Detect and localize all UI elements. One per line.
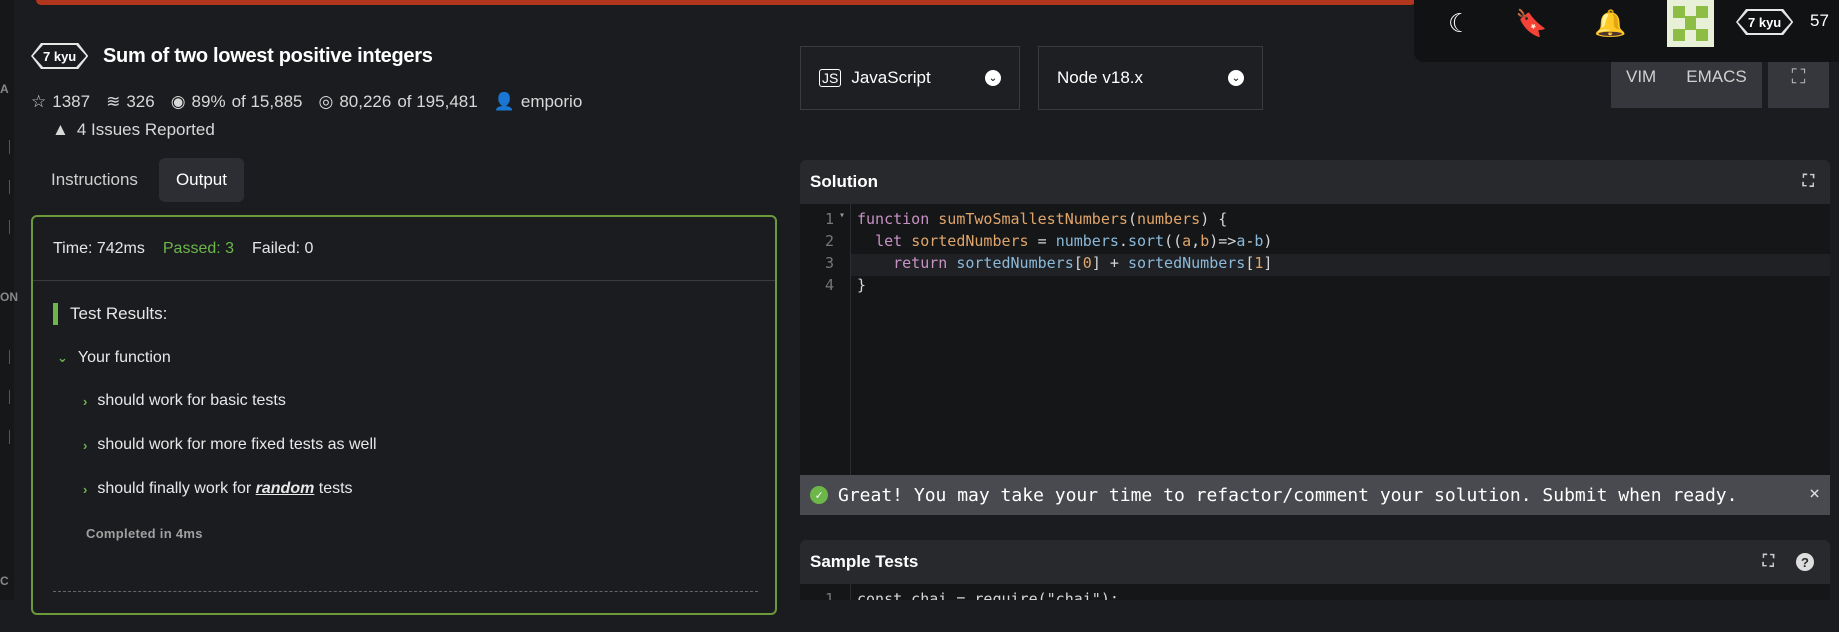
bell-icon[interactable]: 🔔 (1594, 8, 1626, 39)
check-icon: ✓ (810, 486, 828, 504)
expand-icon[interactable]: ⛶ (1763, 553, 1774, 571)
honor-count[interactable]: 57 (1810, 11, 1829, 31)
collections-stat[interactable]: ≋ 326 (106, 92, 155, 112)
expand-icon[interactable]: ⛶ (1803, 173, 1814, 191)
completed-time: Completed in 4ms (86, 526, 203, 541)
avatar[interactable] (1667, 0, 1714, 47)
user-nav-bar: ☾ 🔖 🔔 7 kyu 57 (1414, 0, 1839, 62)
chevron-right-icon: › (83, 481, 88, 497)
warning-icon: ▲ (52, 120, 69, 139)
sample-tests-header: Sample Tests ⛶ ? (800, 540, 1830, 584)
chevron-right-icon: › (83, 437, 88, 453)
failed-label: Failed: 0 (252, 239, 314, 257)
sample-tests-panel: Sample Tests ⛶ ? 1 const chai = require(… (800, 540, 1830, 600)
eye-icon: ◉ (170, 92, 186, 111)
moon-icon[interactable]: ☾ (1448, 8, 1471, 39)
code-line: function sumTwoSmallestNumbers(numbers) … (857, 210, 1228, 228)
line-gutter: 1 ▾ 2 3 4 (800, 204, 851, 515)
fold-arrow-icon[interactable]: ▾ (839, 210, 845, 221)
line-gutter: 1 (800, 584, 851, 600)
close-icon[interactable]: × (1809, 483, 1820, 504)
kata-tabs: Instructions Output (34, 158, 244, 202)
tab-output[interactable]: Output (158, 158, 244, 202)
language-select[interactable]: JS JavaScript ⌄ (800, 46, 1020, 110)
fullscreen-button[interactable]: ⛶ (1768, 55, 1829, 108)
editor-mode-group: VIM EMACS (1611, 55, 1762, 108)
js-icon: JS (819, 69, 842, 87)
top-progress-bar (36, 0, 1416, 5)
kata-title[interactable]: Sum of two lowest positive integers (103, 45, 433, 68)
time-label: Time: 742ms (53, 239, 145, 257)
sample-tests-editor[interactable]: 1 const chai = require("chai"); (800, 584, 1830, 600)
issues-link[interactable]: ▲ 4 Issues Reported (52, 120, 215, 140)
left-edge-letter: ON (0, 290, 18, 304)
author-stat[interactable]: 👤 emporio (494, 92, 583, 112)
star-icon: ☆ (31, 92, 47, 111)
runtime-select[interactable]: Node v18.x ⌄ (1038, 46, 1263, 110)
kata-rank-badge: 7 kyu (31, 43, 88, 69)
left-edge-letter: C (0, 574, 9, 588)
completed-stat: ◎ 80,226 of 195,481 (318, 92, 478, 111)
output-panel: Time: 742ms Passed: 3 Failed: 0 Test Res… (31, 215, 777, 615)
test-item[interactable]: › should work for basic tests (83, 392, 286, 410)
stars-stat[interactable]: ☆ 1387 (31, 92, 90, 112)
solution-panel: Solution ⛶ 1 ▾ 2 3 4 function sumTwoSmal… (800, 160, 1830, 515)
layers-icon: ≋ (106, 92, 121, 111)
chevron-down-icon: ⌄ (57, 350, 68, 365)
tab-instructions[interactable]: Instructions (34, 158, 155, 202)
test-group[interactable]: ⌄ Your function (57, 349, 171, 367)
test-item[interactable]: › should finally work for random tests (83, 480, 353, 498)
code-line: const chai = require("chai"); (857, 590, 1119, 600)
kata-stats: ☆ 1387 ≋ 326 ◉ 89% of 15,885 ◎ 80,226 of… (31, 92, 582, 112)
solution-header: Solution ⛶ (800, 160, 1830, 204)
user-rank-badge: 7 kyu (1736, 9, 1793, 35)
satisfaction-stat: ◉ 89% of 15,885 (170, 92, 303, 111)
next-section-divider (53, 591, 758, 632)
passed-label: Passed: 3 (162, 239, 235, 257)
test-results-heading: Test Results: (53, 303, 167, 325)
target-icon: ◎ (318, 92, 334, 111)
help-icon[interactable]: ? (1796, 553, 1814, 571)
expand-icon: ⛶ (1791, 66, 1806, 88)
left-edge-letter: A (0, 82, 9, 96)
chevron-right-icon: › (83, 393, 88, 409)
chevron-down-icon: ⌄ (985, 70, 1001, 86)
output-summary: Time: 742ms Passed: 3 Failed: 0 (33, 217, 775, 281)
success-banner: ✓ Great! You may take your time to refac… (800, 475, 1830, 515)
chevron-down-icon: ⌄ (1228, 70, 1244, 86)
bookmark-icon[interactable]: 🔖 (1515, 8, 1547, 39)
user-icon: 👤 (493, 92, 515, 111)
code-line: return sortedNumbers[0] + sortedNumbers[… (893, 254, 1273, 272)
code-line: } (857, 276, 867, 294)
code-line: let sortedNumbers = numbers.sort((a,b)=>… (875, 232, 1273, 250)
test-item[interactable]: › should work for more fixed tests as we… (83, 436, 377, 454)
solution-editor[interactable]: 1 ▾ 2 3 4 function sumTwoSmallestNumbers… (800, 204, 1830, 515)
left-edge-strip: A ON C (0, 0, 18, 600)
